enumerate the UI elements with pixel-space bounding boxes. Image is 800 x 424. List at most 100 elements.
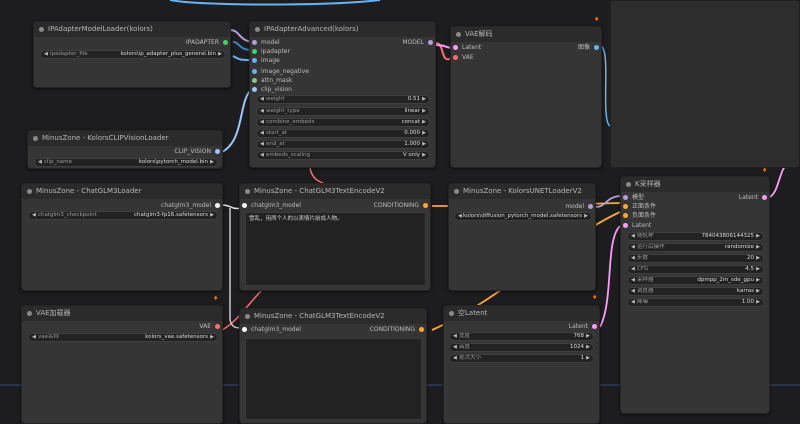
arrow-left-icon[interactable]: ◀ — [631, 288, 635, 295]
unet-loader-node[interactable]: MinusZone - KolorsUNETLoaderV2 model ◀ k… — [448, 183, 596, 291]
preview-image-node[interactable] — [610, 0, 800, 168]
width-widget[interactable]: ◀ 宽度 768 ▶ — [449, 332, 594, 341]
denoise-widget[interactable]: ◀ 降噪 1.00 ▶ — [627, 298, 764, 307]
arrow-right-icon[interactable]: ▶ — [756, 255, 760, 262]
output-dot[interactable] — [588, 204, 593, 209]
arrow-left-icon[interactable]: ◀ — [260, 96, 264, 103]
negative-input[interactable]: 负面条件 — [623, 211, 656, 221]
arrow-right-icon[interactable]: ▶ — [422, 96, 426, 103]
arrow-right-icon[interactable]: ▶ — [586, 355, 590, 362]
output-dot[interactable] — [223, 40, 228, 45]
arrow-right-icon[interactable]: ▶ — [210, 334, 214, 341]
text-encode-negative-node[interactable]: MinusZone - ChatGLM3TextEncodeV2 chatglm… — [239, 308, 427, 424]
arrow-left-icon[interactable]: ◀ — [38, 159, 42, 166]
input-dot[interactable] — [453, 55, 458, 60]
arrow-right-icon[interactable]: ▶ — [756, 244, 760, 251]
cfg-widget[interactable]: ◀ CFG 4.5 ▶ — [627, 265, 764, 274]
input-dot[interactable] — [252, 87, 257, 92]
combine-embeds-widget[interactable]: ◀ combine_embeds concat ▶ — [256, 118, 430, 127]
unet-name-select[interactable]: ◀ kolors\diffusion_pytorch_model.safeten… — [454, 212, 592, 221]
arrow-right-icon[interactable]: ▶ — [422, 141, 426, 148]
arrow-left-icon[interactable]: ◀ — [260, 119, 264, 126]
output-dot[interactable] — [428, 40, 433, 45]
vae-name-select[interactable]: ◀ vae名称 kolors_vae.safetensors ▶ — [28, 333, 218, 342]
arrow-left-icon[interactable]: ◀ — [453, 355, 457, 362]
model-output[interactable]: MODEL — [402, 38, 433, 48]
arrow-left-icon[interactable]: ◀ — [453, 344, 457, 351]
embeds-scaling-widget[interactable]: ◀ embeds_scaling V only ▶ — [256, 151, 430, 160]
control-after-generate-widget[interactable]: ◀ 运行后操作 randomize ▶ — [627, 243, 764, 252]
arrow-right-icon[interactable]: ▶ — [756, 288, 760, 295]
arrow-left-icon[interactable]: ◀ — [32, 212, 36, 219]
output-dot[interactable] — [592, 324, 597, 329]
text-encode-positive-node[interactable]: MinusZone - ChatGLM3TextEncodeV2 chatglm… — [239, 183, 431, 291]
arrow-right-icon[interactable]: ▶ — [422, 119, 426, 126]
output-dot[interactable] — [594, 45, 599, 50]
chatglm3-model-input[interactable]: chatglm3_model — [242, 201, 301, 211]
sampler-widget[interactable]: ◀ 采样器 dpmpp_2m_sde_gpu ▶ — [627, 276, 764, 285]
arrow-left-icon[interactable]: ◀ — [631, 233, 635, 240]
arrow-left-icon[interactable]: ◀ — [44, 51, 48, 58]
clip-vision-loader-node[interactable]: MinusZone - KolorsCLIPVisionLoader CLIP_… — [27, 130, 223, 169]
start-at-widget[interactable]: ◀ start_at 0.000 ▶ — [256, 129, 430, 138]
arrow-left-icon[interactable]: ◀ — [631, 255, 635, 262]
clip-vision-input[interactable]: clip_vision — [252, 85, 292, 95]
arrow-right-icon[interactable]: ▶ — [756, 266, 760, 273]
arrow-right-icon[interactable]: ▶ — [756, 277, 760, 284]
vae-output[interactable]: VAE — [199, 322, 220, 332]
arrow-left-icon[interactable]: ◀ — [260, 108, 264, 115]
output-dot[interactable] — [419, 327, 424, 332]
conditioning-output[interactable]: CONDITIONING — [374, 201, 428, 211]
arrow-right-icon[interactable]: ▶ — [756, 233, 760, 240]
output-dot[interactable] — [215, 203, 220, 208]
arrow-left-icon[interactable]: ◀ — [32, 334, 36, 341]
arrow-left-icon[interactable]: ◀ — [453, 333, 457, 340]
chatglm3-checkpoint-select[interactable]: ◀ chatglm3_checkpoint chatglm3-fp16.safe… — [28, 211, 218, 220]
scheduler-widget[interactable]: ◀ 调度器 karras ▶ — [627, 287, 764, 296]
input-dot[interactable] — [252, 69, 257, 74]
model-output[interactable]: model — [565, 202, 593, 212]
batch-size-widget[interactable]: ◀ 批次大小 1 ▶ — [449, 354, 594, 363]
arrow-left-icon[interactable]: ◀ — [260, 130, 264, 137]
clip-name-select[interactable]: ◀ clip_name kolors\pytorch_model.bin ▶ — [34, 158, 218, 167]
empty-latent-node[interactable]: 空Latent Latent ◀ 宽度 768 ▶ ◀ 高度 1024 ▶ ◀ 批次大小 1 ▶ — [443, 305, 600, 424]
chatglm3-model-input[interactable]: chatglm3_model — [242, 325, 301, 335]
input-dot[interactable] — [623, 213, 628, 218]
seed-widget[interactable]: ◀ 随机种 784043806144325 ▶ — [627, 232, 764, 241]
arrow-right-icon[interactable]: ▶ — [422, 130, 426, 137]
input-dot[interactable] — [242, 203, 247, 208]
image-output[interactable]: 图像 — [578, 43, 599, 53]
input-dot[interactable] — [623, 204, 628, 209]
latent-output[interactable]: Latent — [739, 193, 767, 203]
ipadapter-output[interactable]: IPADAPTER — [186, 38, 228, 48]
end-at-widget[interactable]: ◀ end_at 1.000 ▶ — [256, 140, 430, 149]
input-dot[interactable] — [623, 195, 628, 200]
arrow-left-icon[interactable]: ◀ — [631, 299, 635, 306]
output-dot[interactable] — [423, 203, 428, 208]
input-dot[interactable] — [252, 58, 257, 63]
input-dot[interactable] — [242, 327, 247, 332]
arrow-left-icon[interactable]: ◀ — [631, 244, 635, 251]
output-dot[interactable] — [215, 324, 220, 329]
height-widget[interactable]: ◀ 高度 1024 ▶ — [449, 343, 594, 352]
output-dot[interactable] — [215, 149, 220, 154]
vae-loader-node[interactable]: VAE加载器 VAE ◀ vae名称 kolors_vae.safetensor… — [21, 305, 223, 424]
clip-vision-output[interactable]: CLIP_VISION — [174, 147, 220, 157]
latent-output[interactable]: Latent — [569, 322, 597, 332]
ipadapter-model-loader-node[interactable]: IPAdapterModelLoader(kolors) IPADAPTER ◀… — [33, 21, 231, 88]
arrow-right-icon[interactable]: ▶ — [422, 108, 426, 115]
output-dot[interactable] — [762, 195, 767, 200]
vae-decode-node[interactable]: VAE解码 Latent VAE 图像 — [450, 26, 602, 168]
input-dot[interactable] — [252, 78, 257, 83]
input-dot[interactable] — [623, 223, 628, 228]
arrow-right-icon[interactable]: ▶ — [422, 152, 426, 159]
chatglm3-loader-node[interactable]: MinusZone - ChatGLM3Loader chatglm3_mode… — [21, 183, 223, 291]
ipadapter-advanced-node[interactable]: IPAdapterAdvanced(kolors) model ipadapte… — [249, 21, 436, 168]
arrow-right-icon[interactable]: ▶ — [756, 299, 760, 306]
arrow-left-icon[interactable]: ◀ — [631, 277, 635, 284]
input-dot[interactable] — [252, 49, 257, 54]
arrow-left-icon[interactable]: ◀ — [260, 141, 264, 148]
arrow-right-icon[interactable]: ▶ — [586, 333, 590, 340]
steps-widget[interactable]: ◀ 步数 20 ▶ — [627, 254, 764, 263]
conditioning-output[interactable]: CONDITIONING — [370, 325, 424, 335]
